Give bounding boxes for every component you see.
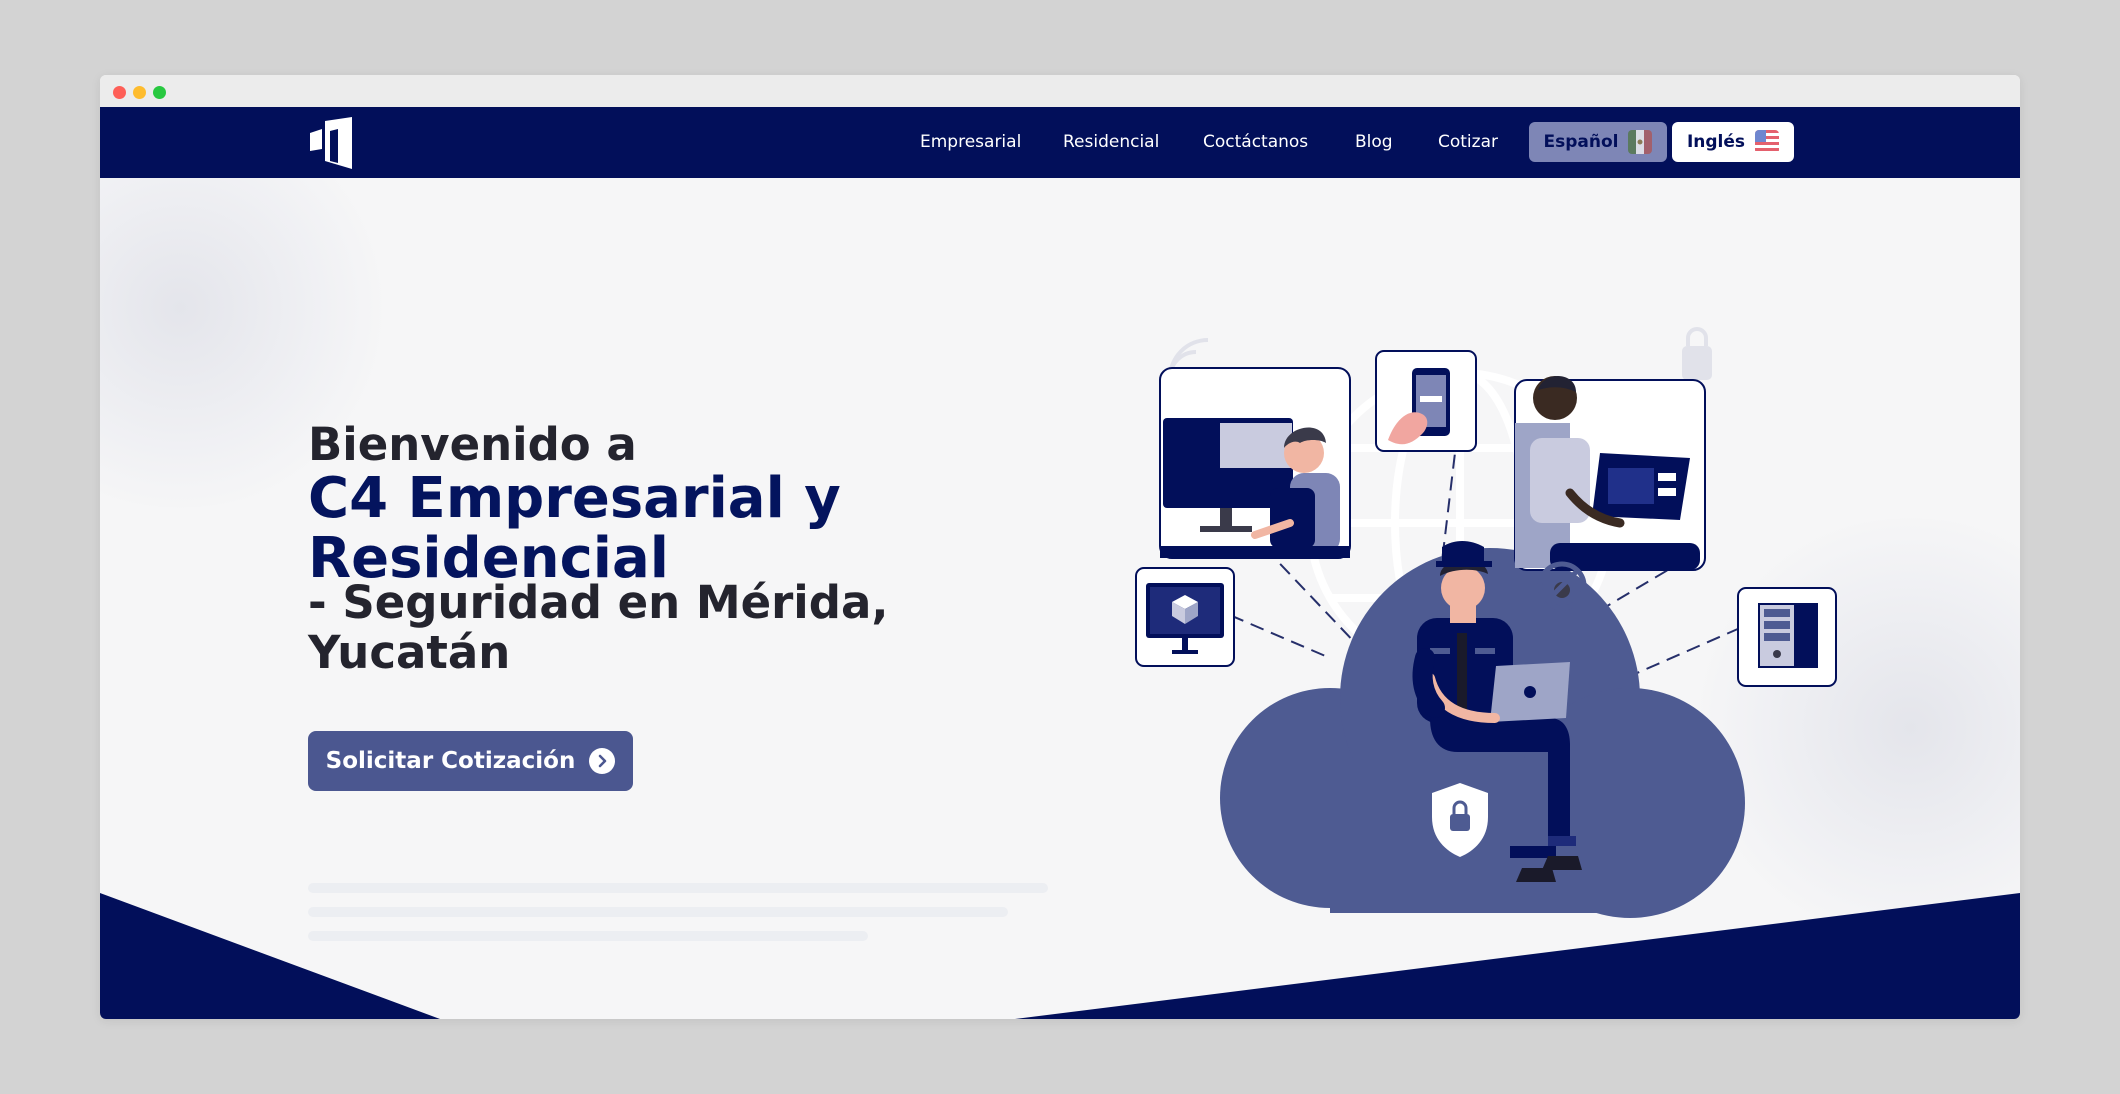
language-spanish-button[interactable]: Español xyxy=(1529,122,1667,162)
nav-link-residencial[interactable]: Residencial xyxy=(1063,107,1159,178)
hero-section: Bienvenido a C4 Empresarial y Residencia… xyxy=(100,178,2020,1019)
minimize-window-dot[interactable] xyxy=(133,86,146,99)
hero-subtitle-location: - Seguridad en Mérida, Yucatán xyxy=(308,576,889,679)
nav-link-cotizar[interactable]: Cotizar xyxy=(1438,107,1498,178)
language-english-button[interactable]: Inglés xyxy=(1672,122,1794,162)
panel-person-laptop xyxy=(1514,375,1706,571)
panel-phone xyxy=(1375,350,1477,452)
hero-company-name: C4 Empresarial y Residencial xyxy=(308,466,841,591)
security-team-illustration xyxy=(1135,327,1837,918)
nav-link-empresarial[interactable]: Empresarial xyxy=(920,107,1021,178)
nav-link-contactanos[interactable]: Coctáctanos xyxy=(1203,107,1308,178)
window-titlebar xyxy=(100,75,2020,107)
faint-lock-icon xyxy=(1682,327,1712,380)
language-spanish-label: Español xyxy=(1543,132,1619,152)
browser-window: Empresarial Residencial Coctáctanos Blog… xyxy=(100,75,2020,1019)
nav-link-blog[interactable]: Blog xyxy=(1355,107,1393,178)
panel-person-desktop xyxy=(1159,367,1351,559)
close-window-dot[interactable] xyxy=(113,86,126,99)
hero-greeting: Bienvenido a xyxy=(308,418,637,471)
request-quote-button[interactable]: Solicitar Cotización xyxy=(308,731,633,791)
panel-monitor-cube xyxy=(1135,567,1235,667)
building-logo-icon[interactable] xyxy=(308,117,356,169)
request-quote-label: Solicitar Cotización xyxy=(325,748,576,774)
usa-flag-icon xyxy=(1755,130,1780,154)
faded-description-placeholder xyxy=(308,883,1048,943)
top-navbar: Empresarial Residencial Coctáctanos Blog… xyxy=(100,107,2020,178)
maximize-window-dot[interactable] xyxy=(153,86,166,99)
language-english-label: Inglés xyxy=(1686,132,1746,152)
mexico-flag-icon xyxy=(1628,130,1653,154)
chevron-right-circle-icon xyxy=(589,748,616,774)
panel-server xyxy=(1737,587,1837,687)
